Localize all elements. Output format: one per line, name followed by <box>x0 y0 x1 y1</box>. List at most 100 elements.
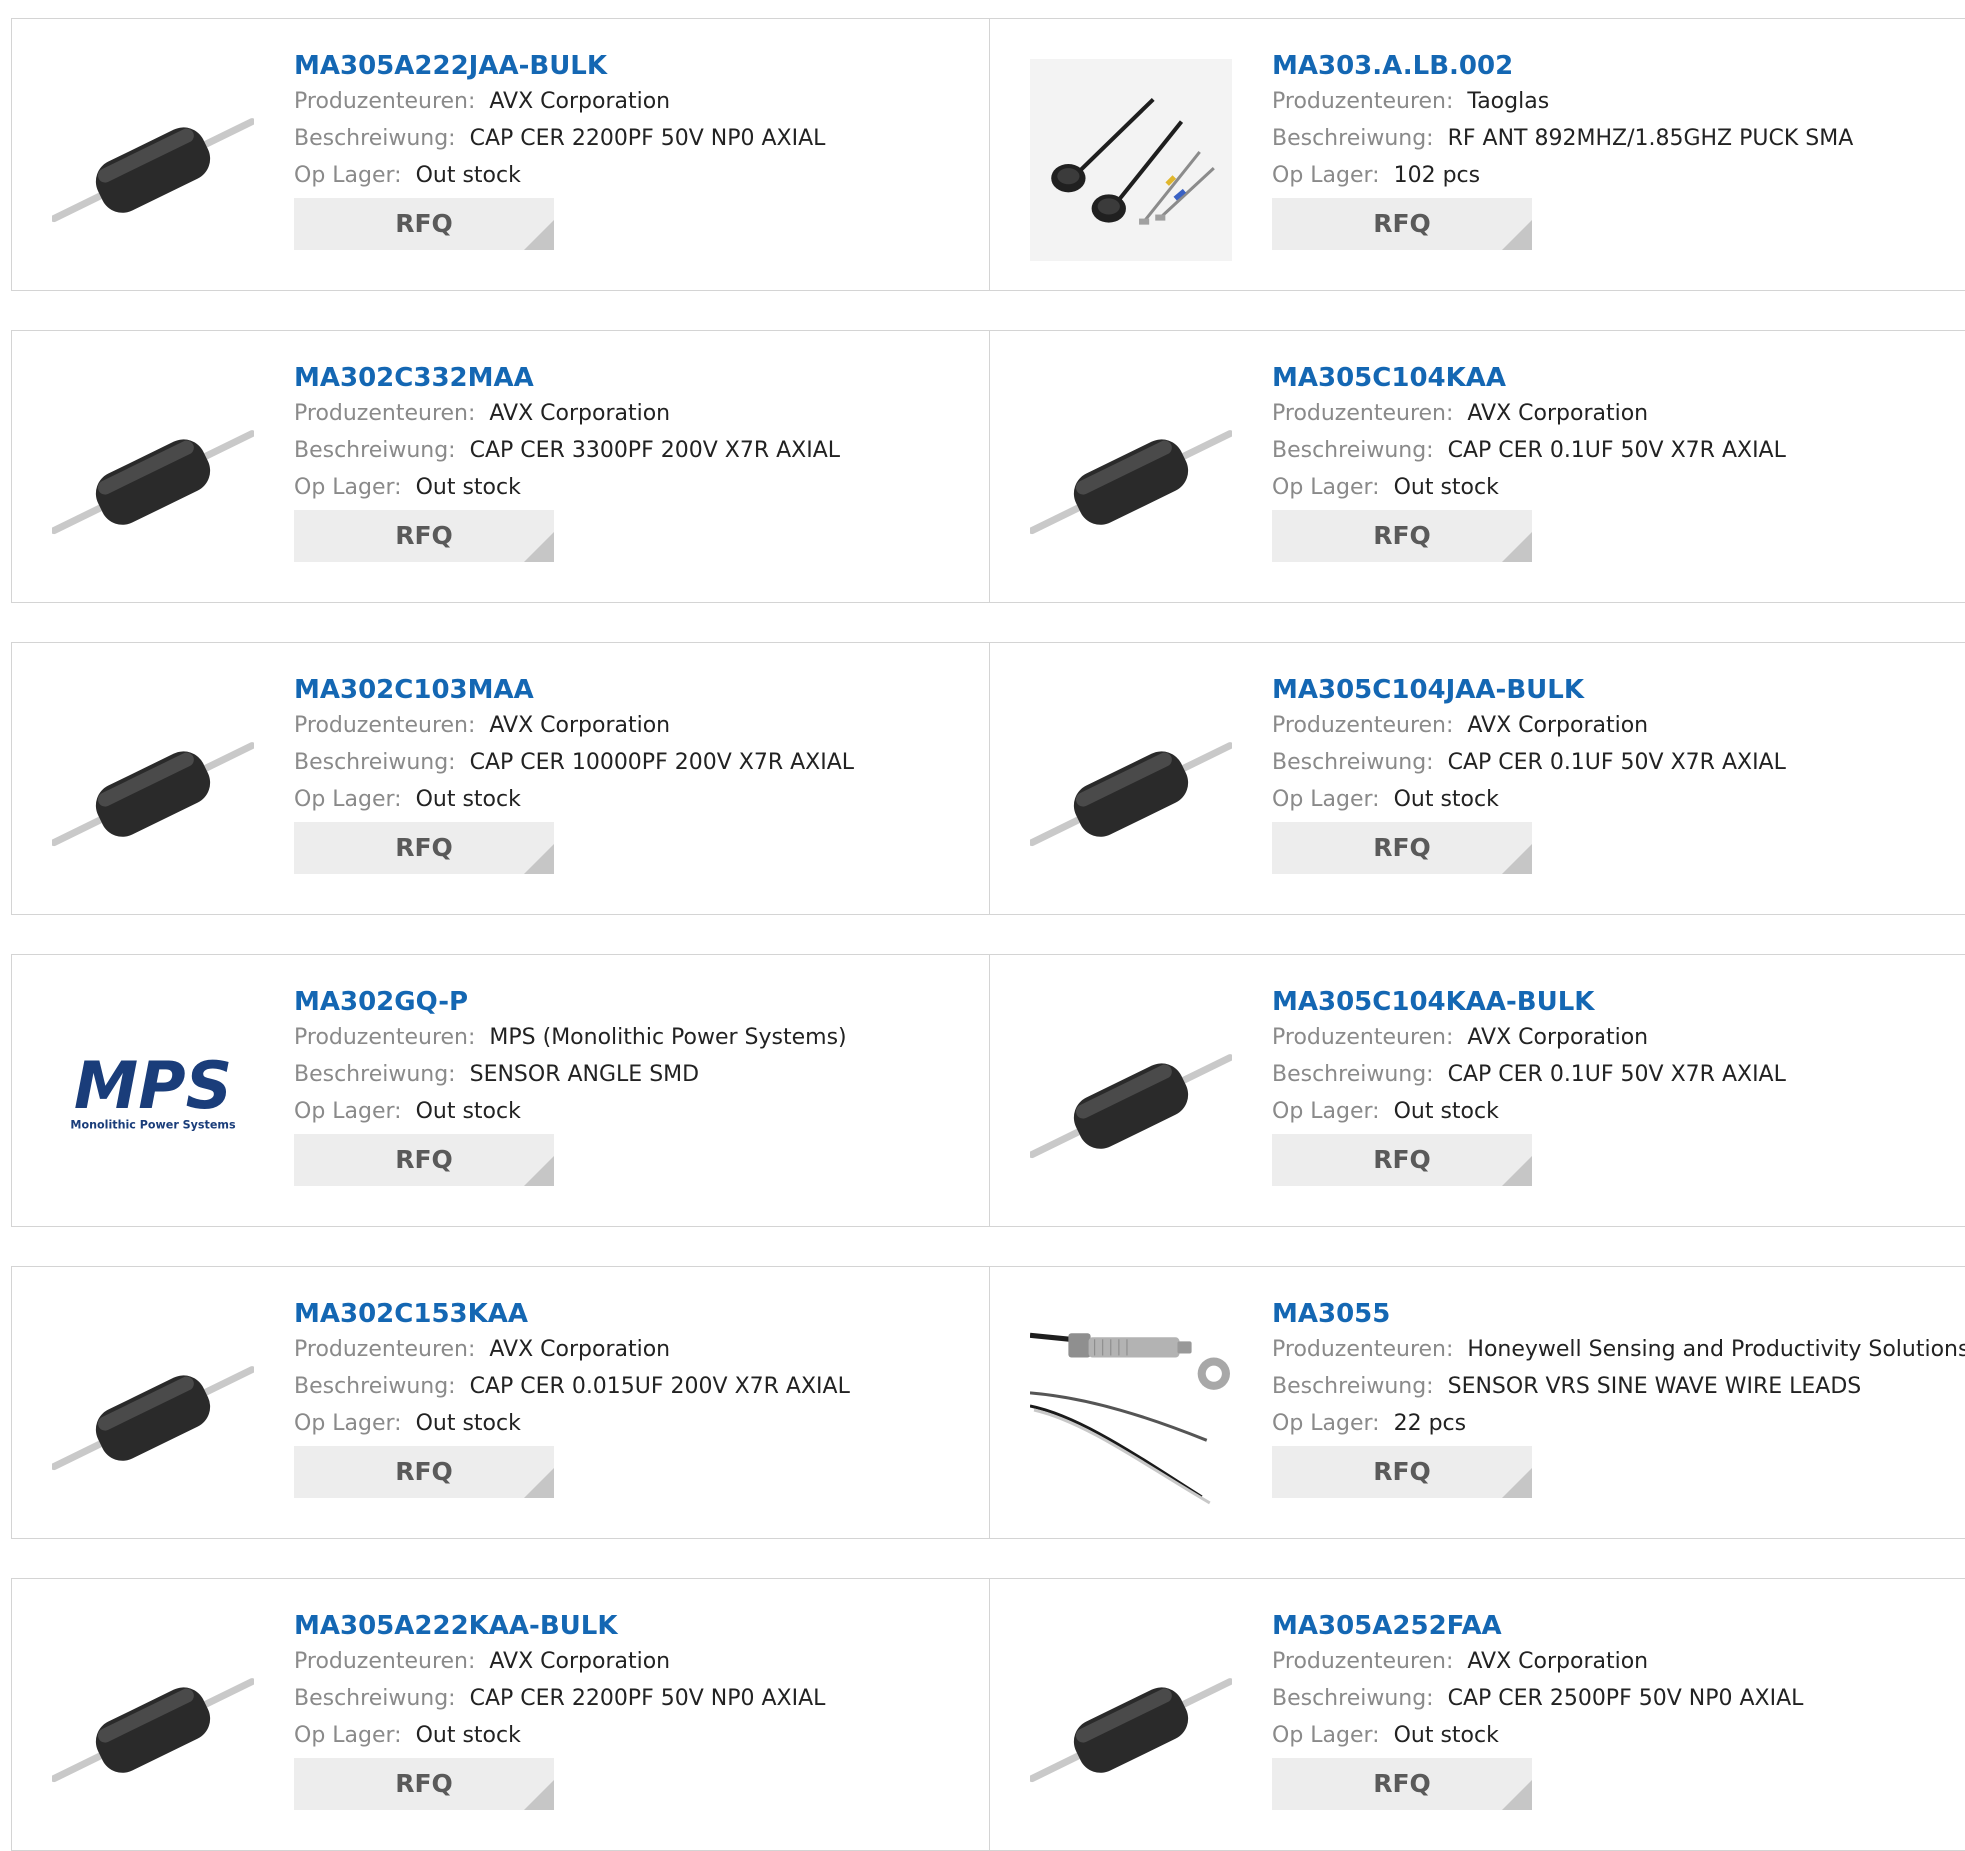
part-number-link[interactable]: MA305A252FAA <box>1272 1609 1952 1643</box>
manufacturer-value: AVX Corporation <box>489 401 671 426</box>
description-label: Beschreiwung: <box>1272 1374 1434 1399</box>
description-row: Beschreiwung: SENSOR ANGLE SMD <box>294 1056 974 1093</box>
manufacturer-label: Produzenteuren: <box>1272 1649 1454 1674</box>
stock-label: Op Lager: <box>294 787 402 812</box>
stock-value: Out stock <box>1393 475 1499 500</box>
manufacturer-label: Produzenteuren: <box>294 1025 476 1050</box>
description-row: Beschreiwung: CAP CER 0.015UF 200V X7R AX… <box>294 1368 974 1405</box>
axial-capacitor-image <box>52 430 254 535</box>
rfq-button[interactable]: RFQ <box>1272 1758 1532 1810</box>
manufacturer-row: Produzenteuren: AVX Corporation <box>294 83 974 120</box>
rfq-label: RFQ <box>1373 209 1431 238</box>
description-row: Beschreiwung: CAP CER 0.1UF 50V X7R AXIAL <box>1272 432 1952 469</box>
part-number-link[interactable]: MA303.A.LB.002 <box>1272 49 1952 83</box>
product-card: MA305A222KAA-BULK Produzenteuren: AVX Cor… <box>11 1578 990 1851</box>
stock-row: Op Lager: Out stock <box>294 1405 974 1442</box>
product-card: MA305C104KAA Produzenteuren: AVX Corporat… <box>989 330 1965 603</box>
rfq-label: RFQ <box>395 1769 453 1798</box>
stock-label: Op Lager: <box>1272 475 1380 500</box>
manufacturer-label: Produzenteuren: <box>294 713 476 738</box>
axial-capacitor-image <box>1030 1054 1232 1159</box>
part-number-link[interactable]: MA305C104KAA-BULK <box>1272 985 1952 1019</box>
description-value: CAP CER 2500PF 50V NP0 AXIAL <box>1447 1686 1804 1711</box>
stock-label: Op Lager: <box>294 1099 402 1124</box>
manufacturer-row: Produzenteuren: AVX Corporation <box>1272 395 1952 432</box>
manufacturer-row: Produzenteuren: Honeywell Sensing and Pro… <box>1272 1331 1965 1368</box>
stock-row: Op Lager: Out stock <box>1272 781 1952 818</box>
corner-triangle-icon <box>1502 220 1532 250</box>
rfq-button[interactable]: RFQ <box>294 822 554 874</box>
part-number-link[interactable]: MA305C104KAA <box>1272 361 1952 395</box>
corner-triangle-icon <box>524 1468 554 1498</box>
stock-value: Out stock <box>415 787 521 812</box>
manufacturer-label: Produzenteuren: <box>1272 89 1454 114</box>
description-row: Beschreiwung: SENSOR VRS SINE WAVE WIRE L… <box>1272 1368 1952 1405</box>
rfq-label: RFQ <box>395 521 453 550</box>
manufacturer-row: Produzenteuren: AVX Corporation <box>294 1643 974 1680</box>
rfq-button[interactable]: RFQ <box>294 1446 554 1498</box>
stock-row: Op Lager: Out stock <box>294 1093 974 1130</box>
manufacturer-value: Honeywell Sensing and Productivity Solut… <box>1467 1337 1965 1362</box>
rfq-label: RFQ <box>395 833 453 862</box>
part-number-link[interactable]: MA305A222JAA-BULK <box>294 49 974 83</box>
manufacturer-label: Produzenteuren: <box>294 1649 476 1674</box>
manufacturer-row: Produzenteuren: AVX Corporation <box>1272 1643 1952 1680</box>
description-value: CAP CER 0.015UF 200V X7R AXIAL <box>469 1374 850 1399</box>
rfq-button[interactable]: RFQ <box>1272 822 1532 874</box>
part-number-link[interactable]: MA305A222KAA-BULK <box>294 1609 974 1643</box>
part-number-link[interactable]: MA302C103MAA <box>294 673 974 707</box>
manufacturer-value: AVX Corporation <box>1467 713 1649 738</box>
rfq-label: RFQ <box>1373 1457 1431 1486</box>
manufacturer-row: Produzenteuren: MPS (Monolithic Power Sys… <box>294 1019 974 1056</box>
description-label: Beschreiwung: <box>1272 126 1434 151</box>
manufacturer-value: AVX Corporation <box>489 1649 671 1674</box>
axial-capacitor-image <box>52 1366 254 1471</box>
part-number-link[interactable]: MA302C153KAA <box>294 1297 974 1331</box>
stock-label: Op Lager: <box>1272 1723 1380 1748</box>
manufacturer-label: Produzenteuren: <box>1272 713 1454 738</box>
corner-triangle-icon <box>1502 532 1532 562</box>
axial-capacitor-image <box>52 742 254 847</box>
rfq-button[interactable]: RFQ <box>1272 1134 1532 1186</box>
manufacturer-row: Produzenteuren: Taoglas <box>1272 83 1952 120</box>
stock-value: 22 pcs <box>1393 1411 1467 1436</box>
rfq-button[interactable]: RFQ <box>294 1758 554 1810</box>
manufacturer-label: Produzenteuren: <box>294 89 476 114</box>
description-value: CAP CER 0.1UF 50V X7R AXIAL <box>1447 1062 1786 1087</box>
manufacturer-label: Produzenteuren: <box>294 1337 476 1362</box>
manufacturer-label: Produzenteuren: <box>1272 1025 1454 1050</box>
rfq-button[interactable]: RFQ <box>294 510 554 562</box>
mps-logo-text: MPS <box>74 1049 232 1124</box>
description-value: SENSOR ANGLE SMD <box>469 1062 700 1087</box>
description-label: Beschreiwung: <box>1272 438 1434 463</box>
stock-value: Out stock <box>415 475 521 500</box>
part-number-link[interactable]: MA302GQ-P <box>294 985 974 1019</box>
description-value: CAP CER 10000PF 200V X7R AXIAL <box>469 750 855 775</box>
description-row: Beschreiwung: CAP CER 0.1UF 50V X7R AXIAL <box>1272 1056 1952 1093</box>
mps-logo-image: MPS Monolithic Power Systems <box>70 1049 236 1131</box>
description-value: RF ANT 892MHZ/1.85GHZ PUCK SMA <box>1447 126 1854 151</box>
corner-triangle-icon <box>524 220 554 250</box>
part-number-link[interactable]: MA302C332MAA <box>294 361 974 395</box>
rfq-button[interactable]: RFQ <box>294 1134 554 1186</box>
description-value: SENSOR VRS SINE WAVE WIRE LEADS <box>1447 1374 1862 1399</box>
stock-row: Op Lager: Out stock <box>294 157 974 194</box>
rfq-button[interactable]: RFQ <box>1272 1446 1532 1498</box>
part-number-link[interactable]: MA3055 <box>1272 1297 1952 1331</box>
rfq-label: RFQ <box>1373 833 1431 862</box>
description-label: Beschreiwung: <box>294 1062 456 1087</box>
stock-row: Op Lager: Out stock <box>294 1717 974 1754</box>
description-label: Beschreiwung: <box>294 1374 456 1399</box>
stock-label: Op Lager: <box>1272 1099 1380 1124</box>
rfq-label: RFQ <box>395 1457 453 1486</box>
rfq-button[interactable]: RFQ <box>1272 510 1532 562</box>
corner-triangle-icon <box>1502 844 1532 874</box>
product-card: MA302C153KAA Produzenteuren: AVX Corporat… <box>11 1266 990 1539</box>
description-value: CAP CER 3300PF 200V X7R AXIAL <box>469 438 841 463</box>
rfq-button[interactable]: RFQ <box>1272 198 1532 250</box>
rfq-button[interactable]: RFQ <box>294 198 554 250</box>
mps-logo-caption: Monolithic Power Systems <box>70 1118 236 1131</box>
description-row: Beschreiwung: CAP CER 3300PF 200V X7R AXI… <box>294 432 974 469</box>
puck-antenna-image <box>1030 59 1232 261</box>
part-number-link[interactable]: MA305C104JAA-BULK <box>1272 673 1952 707</box>
